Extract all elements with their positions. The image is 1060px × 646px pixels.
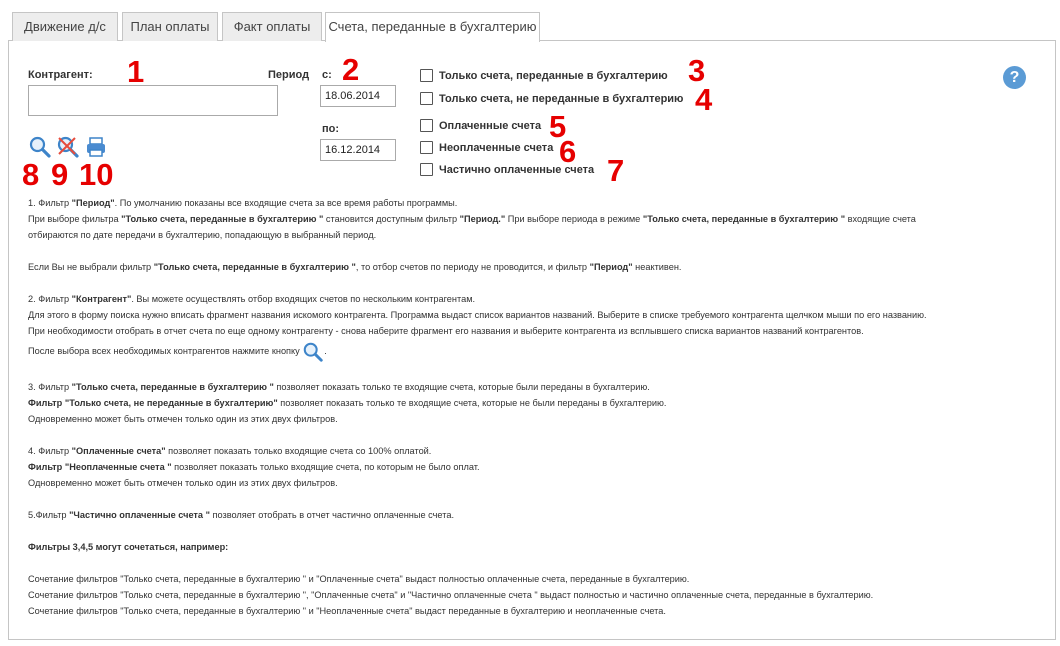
period-to-label: по: <box>322 123 340 135</box>
help-line: Сочетание фильтров "Только счета, переда… <box>28 574 690 584</box>
annotation-8: 8 <box>22 157 40 192</box>
annotation-10: 10 <box>79 157 114 192</box>
help-line: При необходимости отобрать в отчет счета… <box>28 326 864 336</box>
help-line: Сочетание фильтров "Только счета, переда… <box>28 590 874 600</box>
help-line: Одновременно может быть отмечен только о… <box>28 414 338 424</box>
tab-cash-flow[interactable]: Движение д/с <box>12 12 118 41</box>
help-line: Фильтр "Неоплаченные счета " позволяет п… <box>28 462 480 472</box>
annotation-9: 9 <box>51 157 69 192</box>
help-line: Фильтры 3,4,5 могут сочетаться, например… <box>28 542 229 552</box>
checkbox-sent-to-accounting-label: Только счета, переданные в бухгалтерию <box>439 70 668 82</box>
contractor-label: Контрагент: <box>28 69 93 81</box>
help-line: После выбора всех необходимых контрагент… <box>28 339 1038 363</box>
help-line: отбираются по дате передачи в бухгалтери… <box>28 230 377 240</box>
annotation-6: 6 <box>559 134 577 169</box>
help-text: 1. Фильтр "Период". По умолчанию показан… <box>28 195 1038 619</box>
checkbox-paid-label: Оплаченные счета <box>439 120 542 132</box>
checkbox-not-sent-to-accounting-label: Только счета, не переданные в бухгалтери… <box>439 93 684 105</box>
checkbox-partially-paid[interactable] <box>420 163 433 176</box>
help-line: При выборе фильтра "Только счета, переда… <box>28 214 916 224</box>
tab-accounting-invoices[interactable]: Счета, переданные в бухгалтерию <box>325 12 540 42</box>
help-line: 3. Фильтр "Только счета, переданные в бу… <box>28 382 650 392</box>
period-from-label: с: <box>322 69 332 81</box>
checkbox-paid[interactable] <box>420 119 433 132</box>
contractor-search-input[interactable] <box>28 85 278 116</box>
checkbox-not-sent-to-accounting[interactable] <box>420 92 433 105</box>
annotation-4: 4 <box>695 82 713 117</box>
period-label: Период <box>268 69 310 81</box>
annotation-7: 7 <box>607 153 625 188</box>
print-icon[interactable] <box>84 135 108 159</box>
period-to-input[interactable] <box>320 139 396 161</box>
tab-bar: Движение д/с План оплаты Факт оплаты Сче… <box>8 12 1056 42</box>
help-glyph: ? <box>1009 69 1020 86</box>
help-icon[interactable]: ? <box>1003 66 1026 89</box>
help-line: 1. Фильтр "Период". По умолчанию показан… <box>28 198 458 208</box>
clear-filter-icon[interactable] <box>56 135 80 159</box>
help-line: 4. Фильтр "Оплаченные счета" позволяет п… <box>28 446 432 456</box>
help-line: Фильтр "Только счета, не переданные в бу… <box>28 398 667 408</box>
period-from-input[interactable] <box>320 85 396 107</box>
help-line: 5.Фильтр "Частично оплаченные счета " по… <box>28 510 454 520</box>
search-icon[interactable] <box>28 135 52 159</box>
help-line: Одновременно может быть отмечен только о… <box>28 478 338 488</box>
annotation-2: 2 <box>342 52 360 87</box>
checkbox-unpaid-label: Неоплаченные счета <box>439 142 554 154</box>
help-line: Для этого в форму поиска нужно вписать ф… <box>28 310 927 320</box>
help-line: 2. Фильтр "Контрагент". Вы можете осущес… <box>28 294 476 304</box>
tab-payment-fact[interactable]: Факт оплаты <box>222 12 322 41</box>
annotation-1: 1 <box>127 54 145 89</box>
inline-search-icon <box>302 341 324 363</box>
checkbox-unpaid[interactable] <box>420 141 433 154</box>
tab-payment-plan[interactable]: План оплаты <box>122 12 218 41</box>
checkbox-sent-to-accounting[interactable] <box>420 69 433 82</box>
help-line: Если Вы не выбрали фильтр "Только счета,… <box>28 262 682 272</box>
help-line: Сочетание фильтров "Только счета, переда… <box>28 606 666 616</box>
